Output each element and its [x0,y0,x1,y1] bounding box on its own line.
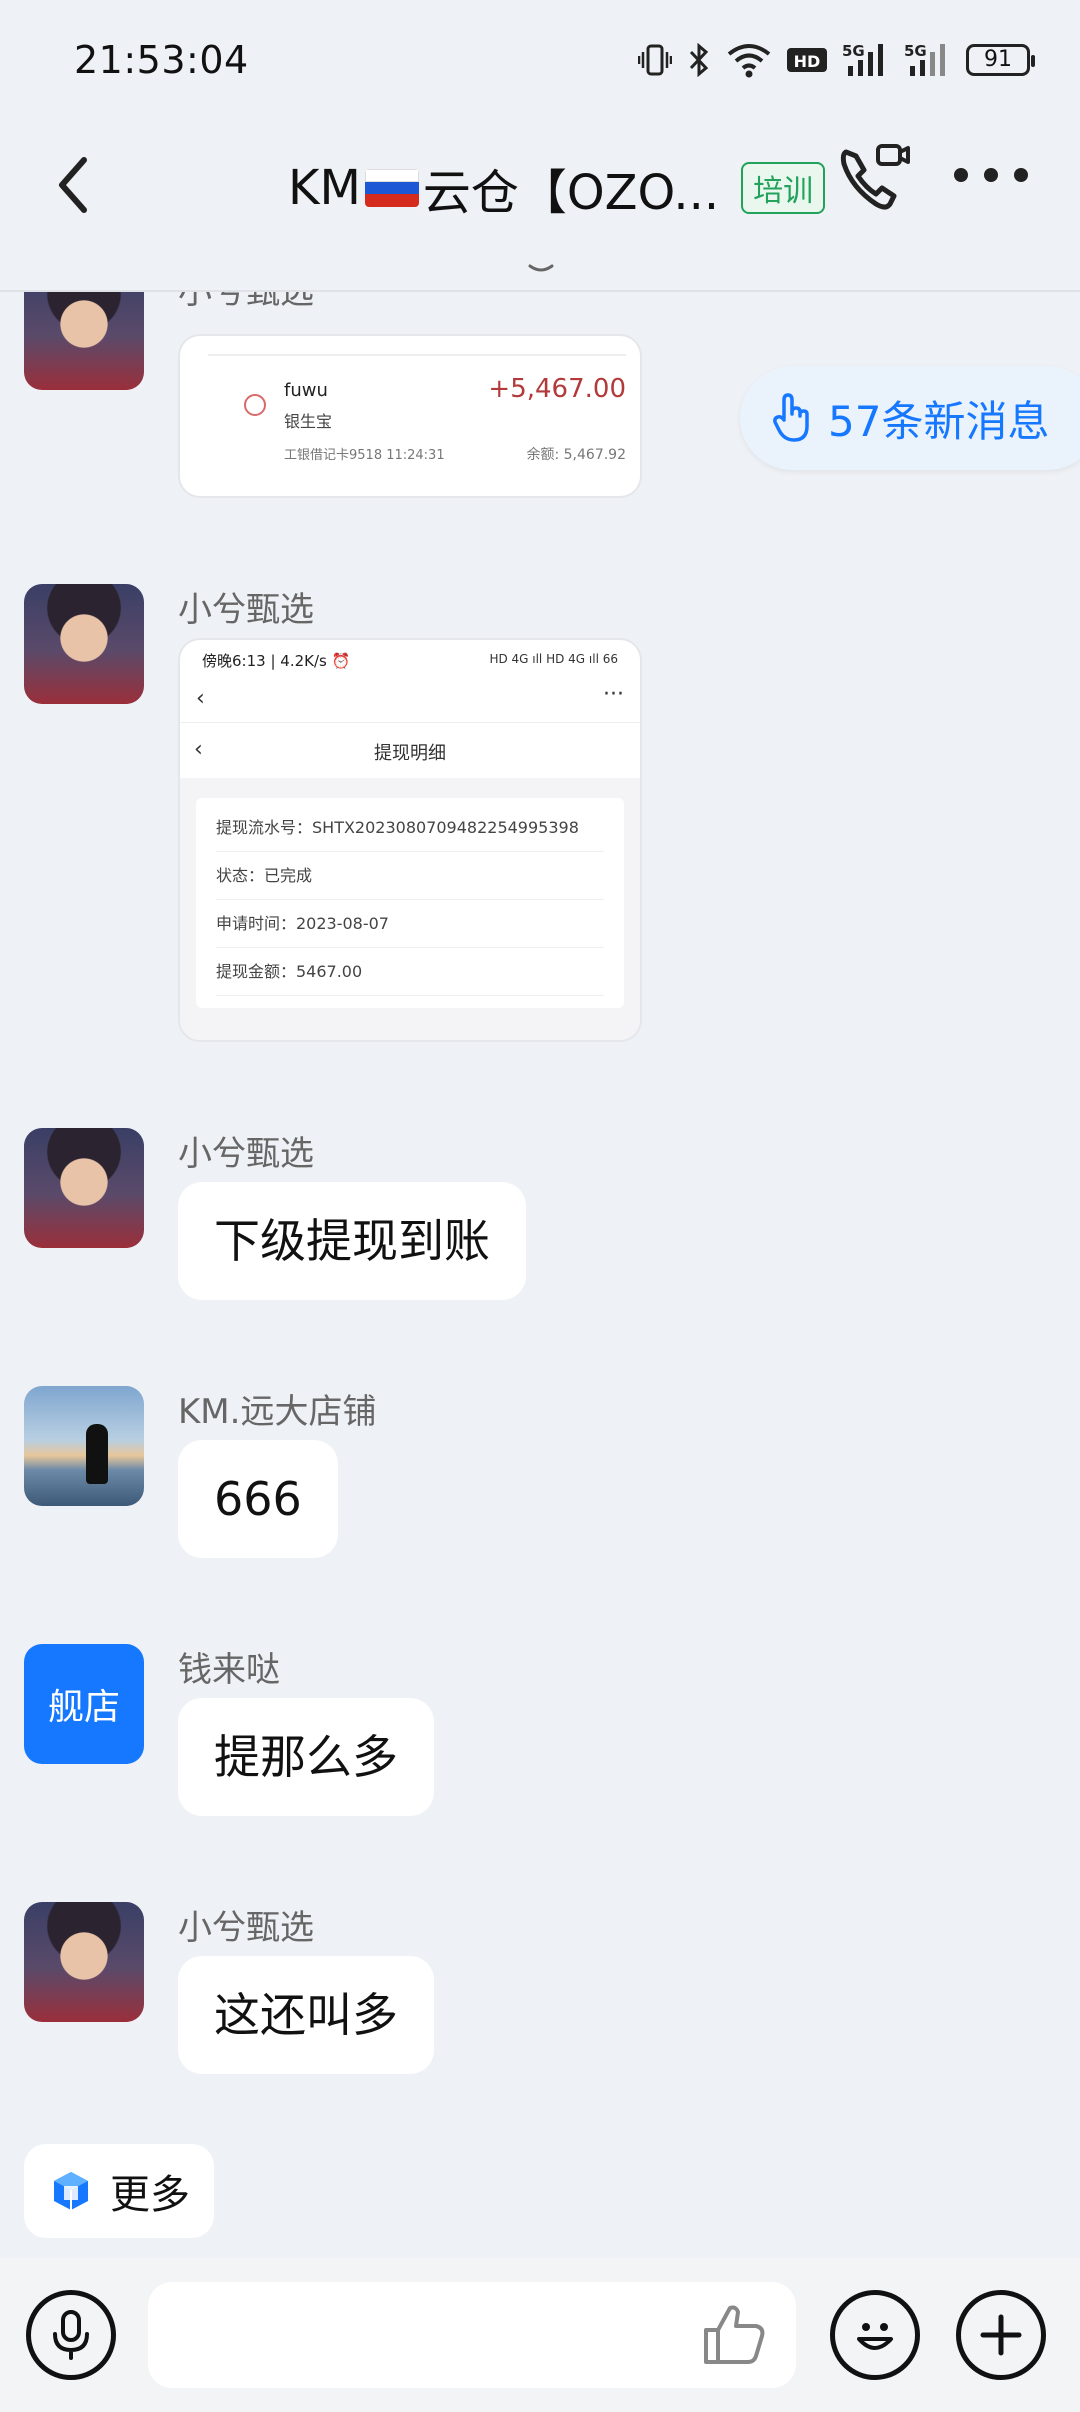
more-options-button[interactable] [954,150,1028,200]
status-bar: 21:53:04 HD 5G 5G 91 [0,0,1080,120]
bank-amount: +5,467.00 [488,374,626,404]
more-label: 更多 [110,2172,190,2218]
bluetooth-icon [689,42,709,78]
chevron-left-icon: ‹ [196,686,205,711]
sender-name: 小兮甄选 [178,590,314,630]
voice-button[interactable] [26,2290,116,2380]
avatar[interactable] [24,1902,144,2022]
chat-title-suffix: 云仓【OZO... [422,165,720,221]
battery-icon: 91 [966,44,1035,76]
avatar-image [24,1902,144,2022]
thumbs-up-icon[interactable] [700,2300,768,2368]
wifi-icon [727,44,771,78]
bank-card-info: 工银借记卡9518 11:24:31 [284,448,445,463]
message-bubble[interactable]: 下级提现到账 [178,1182,526,1300]
avatar[interactable] [24,584,144,704]
dot-icon [984,168,998,182]
screenshot-status-right: HD 4G ıll HD 4G ıll 66 [489,652,618,666]
chevron-down-icon[interactable] [526,260,556,278]
avatar[interactable] [24,292,144,390]
withdrawal-screenshot-image[interactable]: 傍晚6:13 | 4.2K/s ⏰ HD 4G ıll HD 4G ıll 66… [178,638,642,1042]
sender-name: 小兮甄选 [178,1908,314,1948]
screenshot-panel: 提现流水号：SHTX2023080709482254995398 状态：已完成 … [196,798,624,1008]
avatar-image [24,584,144,704]
bank-sub: 银生宝 [284,412,333,431]
svg-text:5G: 5G [842,42,865,60]
sender-name: KM.远大店铺 [178,1392,377,1432]
new-messages-label: 57条新消息 [828,396,1050,446]
detail-row: 状态：已完成 [216,852,604,900]
call-icon[interactable] [832,132,912,222]
hd-icon: HD [787,48,827,72]
avatar[interactable] [24,1386,144,1506]
message-bubble[interactable]: 提那么多 [178,1698,434,1816]
russia-flag-icon [364,169,419,207]
screenshot-body: 提现流水号：SHTX2023080709482254995398 状态：已完成 … [180,778,640,1040]
chat-header: KM 云仓【OZO... 培训 [0,120,1080,290]
dot-icon [954,168,968,182]
message-bubble[interactable]: 666 [178,1440,338,1558]
cube-icon [54,2172,88,2210]
avatar[interactable]: 舰店 [24,1644,144,1764]
bank-logo-icon [244,394,266,416]
training-tag: 培训 [741,162,826,214]
more-button[interactable]: 更多 [24,2144,214,2238]
message-bubble[interactable]: 这还叫多 [178,1956,434,2074]
plus-icon [980,2314,1022,2356]
signal-5g-icon: 5G [904,42,945,76]
chat-title[interactable]: KM 云仓【OZO... 培训 [288,148,826,228]
bank-balance: 余额: 5,467.92 [526,447,626,463]
input-bar [0,2258,1080,2412]
avatar[interactable] [24,1128,144,1248]
dot-icon [1014,168,1028,182]
status-time: 21:53:04 [74,38,249,82]
hand-pointer-icon [773,393,809,442]
vibrate-icon [638,44,672,76]
svg-text:5G: 5G [904,42,927,60]
avatar-image [24,1128,144,1248]
detail-row: 申请时间：2023-08-07 [216,900,604,948]
detail-row: 提现金额：5467.00 [216,948,604,996]
signal-5g-icon: 5G [842,42,883,76]
screenshot-subheader: ‹ 提现明细 [180,722,640,778]
smile-icon [857,2323,893,2350]
chat-messages[interactable]: 小兮甄选 fuwu 银生宝 工银借记卡9518 11:24:31 +5,467.… [0,292,1080,2142]
add-button[interactable] [956,2290,1046,2380]
avatar-image [24,1386,144,1506]
bank-receipt-image[interactable]: fuwu 银生宝 工银借记卡9518 11:24:31 +5,467.00 余额… [178,334,642,498]
screenshot-nav: ‹ ··· [180,674,640,720]
message-input[interactable] [148,2282,796,2388]
screenshot-title: 提现明细 [374,743,446,764]
sender-name: 小兮甄选 [178,292,314,312]
sender-name: 小兮甄选 [178,1134,314,1174]
svg-text:HD: HD [794,52,821,71]
new-messages-button[interactable]: 57条新消息 [740,366,1080,470]
status-icons: HD 5G 5G 91 [638,38,1035,82]
back-button[interactable] [44,135,104,235]
microphone-icon [53,2310,89,2360]
detail-row: 提现流水号：SHTX2023080709482254995398 [216,804,604,852]
avatar-image [24,292,144,390]
more-icon: ··· [603,682,624,707]
sender-name: 钱来哒 [178,1650,280,1690]
chat-title-prefix: KM [288,160,361,216]
divider [208,354,626,356]
bank-payee: fuwu [284,380,328,401]
emoji-button[interactable] [830,2290,920,2380]
